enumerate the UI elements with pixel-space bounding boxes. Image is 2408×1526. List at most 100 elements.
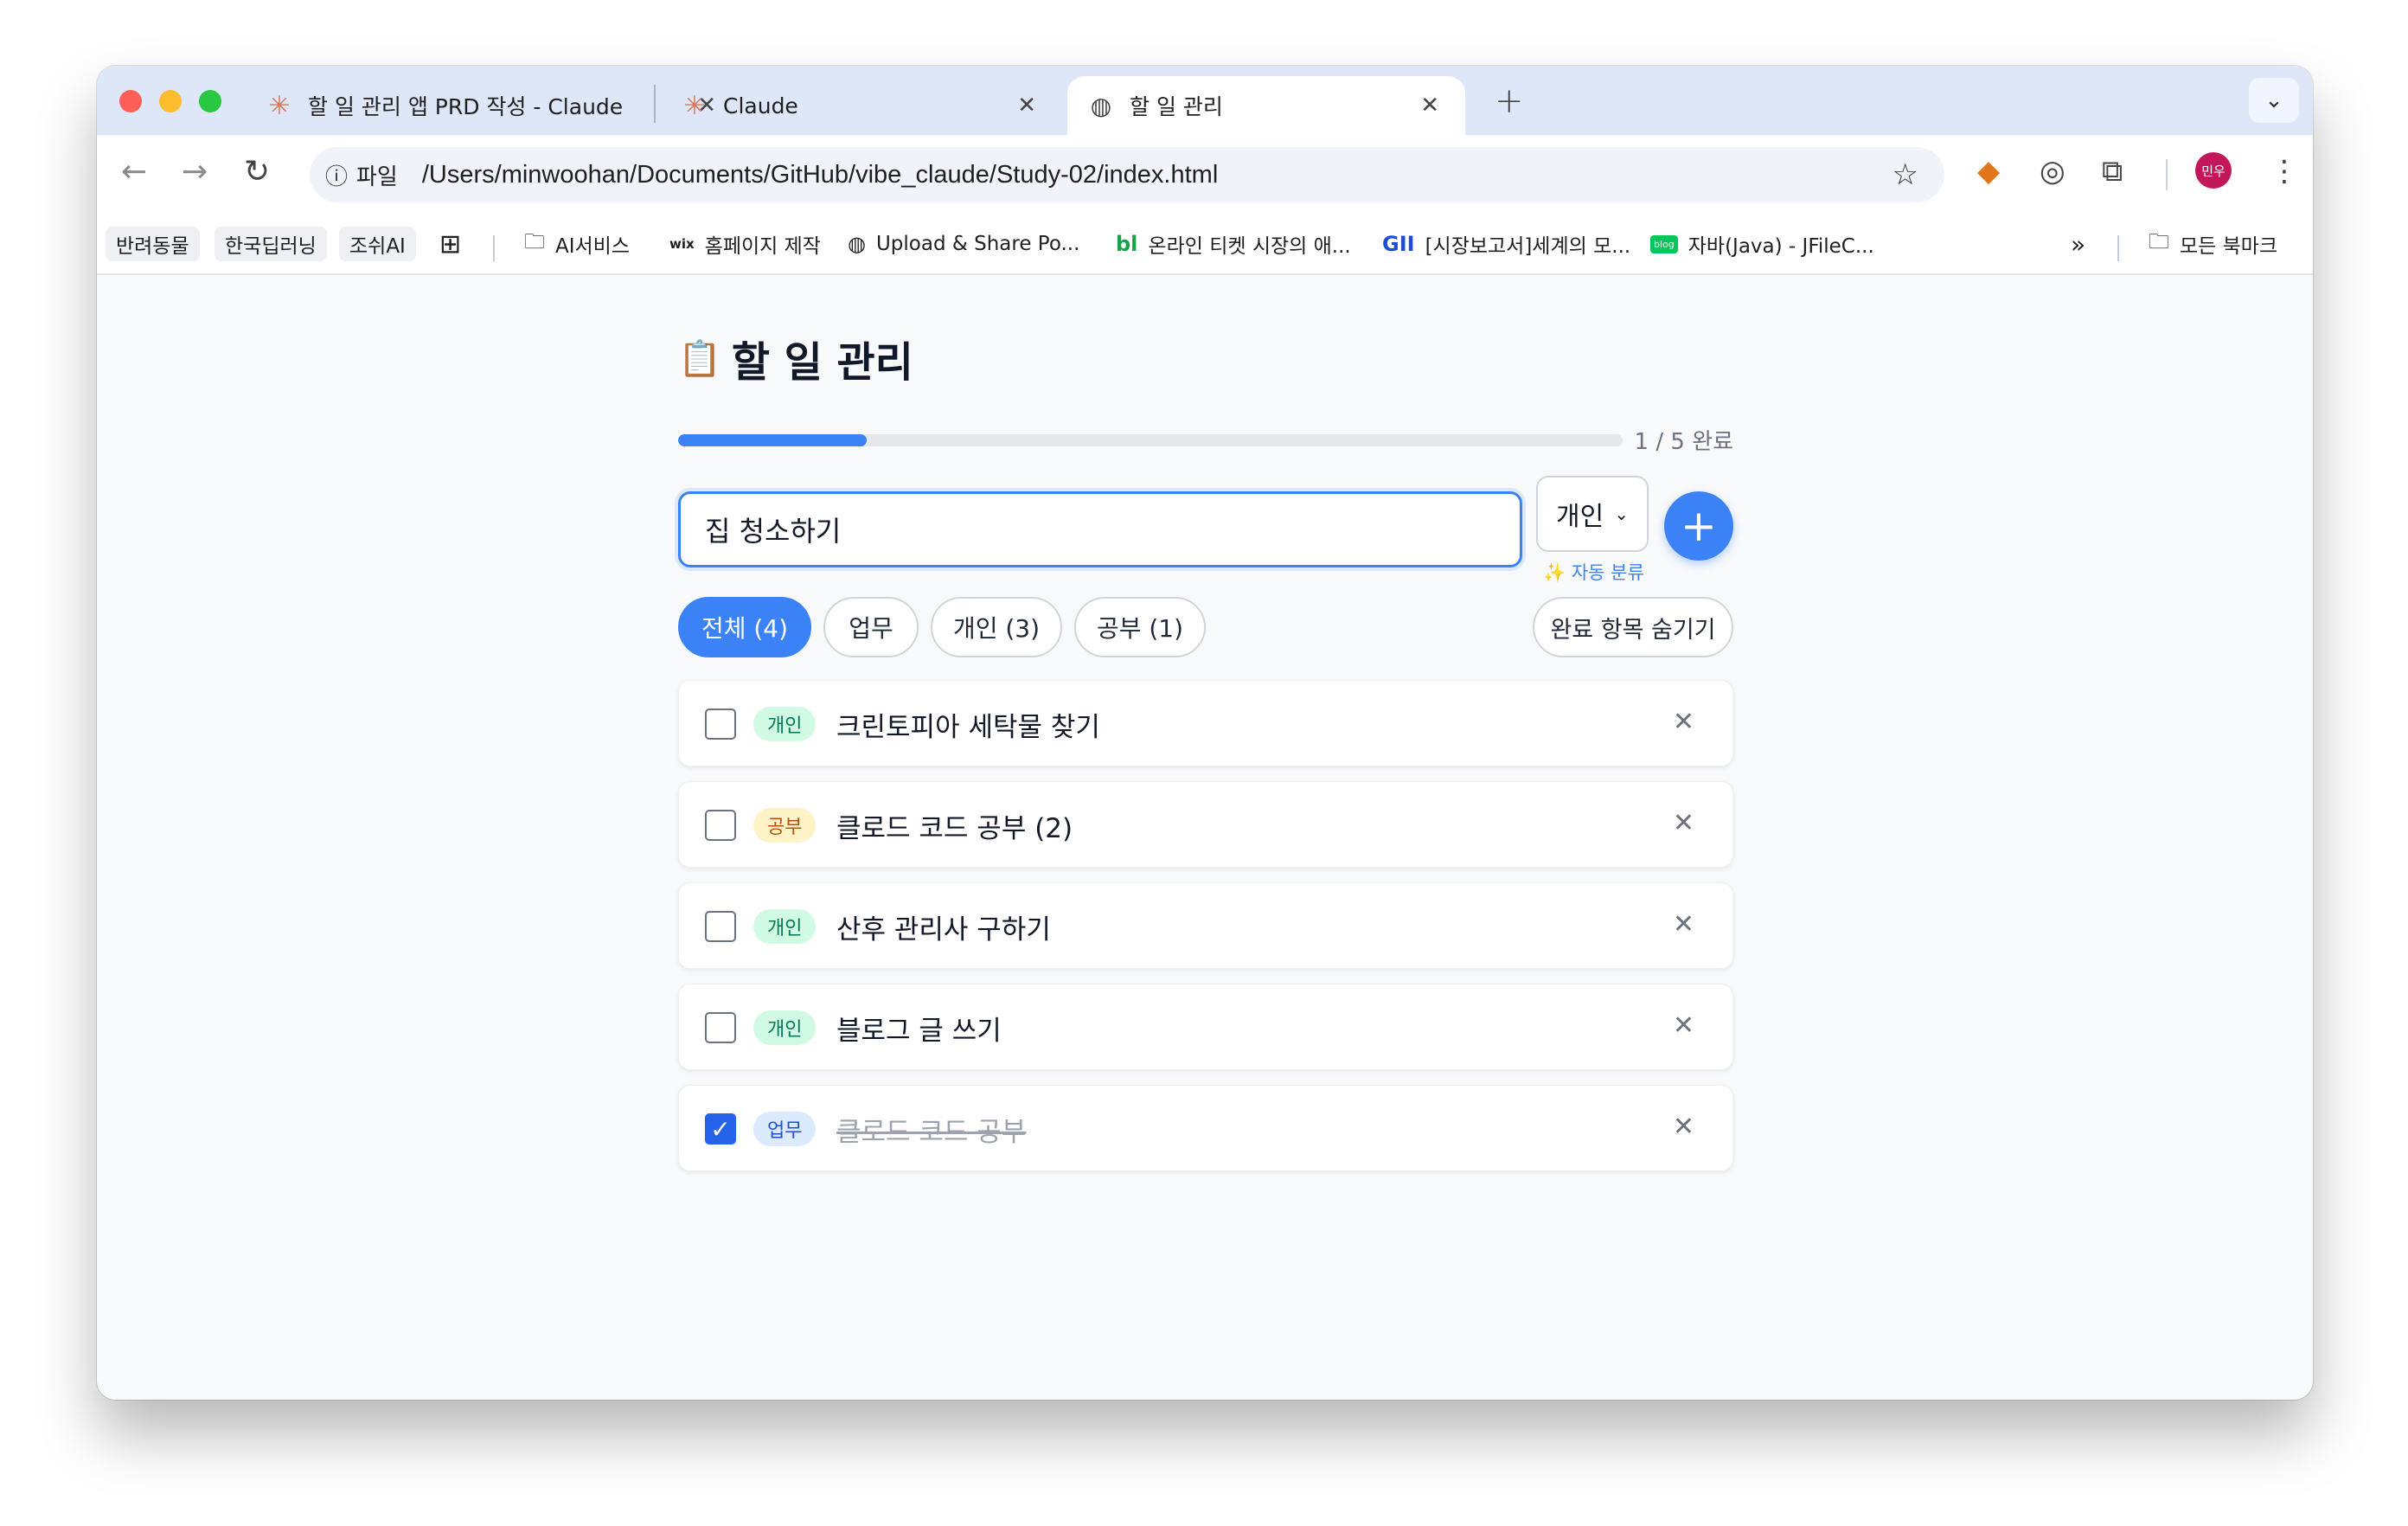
metamask-icon[interactable]: ◆ — [1977, 154, 2000, 189]
bl-icon: bl — [1116, 232, 1138, 256]
globe-icon: ◍ — [1090, 91, 1112, 120]
bookmark-label: 자바(Java) - JFileC... — [1688, 235, 1874, 258]
progress-bar — [678, 434, 1623, 446]
forward-button[interactable]: → — [182, 154, 208, 189]
bookmark-gii[interactable]: GII [시장보고서]세계의 모... — [1382, 227, 1630, 261]
browser-window: ✳ 할 일 관리 앱 PRD 작성 - Claude ✕ ✳ Claude ✕ … — [97, 66, 2313, 1400]
bookmark-label: 모든 북마크 — [2180, 235, 2278, 258]
delete-icon[interactable]: ✕ — [1673, 808, 1694, 838]
todo-text: 클로드 코드 공부 (2) — [836, 813, 1073, 844]
filter-bar: 전체 (4) 업무 개인 (3) 공부 (1) 완료 항목 숨기기 — [678, 597, 1733, 659]
todo-item: ✓ 업무 클로드 코드 공부 ✕ — [678, 1085, 1733, 1171]
hide-completed-button[interactable]: 완료 항목 숨기기 — [1533, 597, 1733, 657]
bookmark-java-blog[interactable]: blog 자바(Java) - JFileC... — [1650, 227, 1874, 261]
add-todo-button[interactable]: + — [1664, 491, 1733, 561]
gii-icon: GII — [1382, 232, 1415, 256]
extension-icon[interactable]: ◎ — [2040, 154, 2065, 189]
bookmark-label: 홈페이지 제작 — [704, 235, 821, 258]
address-chip: 파일 — [356, 164, 398, 190]
page-content: 📋 할 일 관리 1 / 5 완료 개인 ⌄ ✨ 자동 분류 + 전체 (4 — [97, 275, 2313, 1400]
category-select-value: 개인 — [1556, 502, 1604, 532]
bookmark-label: Upload & Share Po... — [875, 233, 1080, 255]
bookmark-item[interactable]: 한국딥러닝 — [215, 227, 327, 261]
tab-title: 할 일 관리 — [1130, 94, 1223, 119]
chevron-down-icon: ⌄ — [2264, 87, 2283, 113]
bookmark-divider — [493, 235, 495, 261]
tab-todo-app[interactable]: ◍ 할 일 관리 ✕ — [1067, 76, 1465, 135]
category-select[interactable]: 개인 ⌄ — [1536, 476, 1649, 552]
bookmark-folder-ai[interactable]: 🗀 AI서비스 — [524, 227, 630, 261]
todo-checkbox[interactable] — [705, 1012, 736, 1043]
more-bookmarks-icon[interactable]: » — [2071, 227, 2085, 261]
delete-icon[interactable]: ✕ — [1673, 1112, 1694, 1142]
claude-icon: ✳ — [268, 90, 291, 121]
todo-checkbox[interactable] — [705, 708, 736, 740]
bookmark-label: [시장보고서]세계의 모... — [1425, 235, 1631, 258]
category-badge: 개인 — [753, 1010, 817, 1045]
bookmark-wix[interactable]: wix 홈페이지 제작 — [669, 227, 821, 261]
bookmark-item[interactable]: 반려동물 — [106, 227, 200, 261]
todo-checkbox[interactable] — [705, 810, 736, 841]
bookmark-label: AI서비스 — [555, 235, 630, 258]
clipboard-icon: 📋 — [678, 338, 721, 379]
bookmark-star-icon[interactable]: ☆ — [1892, 157, 1918, 192]
todo-text: 블로그 글 쓰기 — [836, 1016, 1002, 1047]
tab-search-button[interactable]: ⌄ — [2249, 78, 2299, 123]
bookmark-upload-share[interactable]: ◍ Upload & Share Po... — [848, 227, 1079, 261]
filter-work[interactable]: 업무 — [823, 597, 919, 657]
tab-divider — [654, 85, 656, 123]
todo-checkbox[interactable] — [705, 911, 736, 942]
todo-text: 산후 관리사 구하기 — [836, 914, 1051, 946]
tab-title: 할 일 관리 앱 PRD 작성 - Claude — [308, 94, 624, 119]
chevron-down-icon: ⌄ — [1614, 503, 1629, 524]
page-title-text: 할 일 관리 — [731, 338, 913, 387]
back-button[interactable]: ← — [121, 154, 147, 189]
claude-icon: ✳ — [683, 90, 706, 121]
maximize-window-button[interactable] — [199, 90, 221, 112]
delete-icon[interactable]: ✕ — [1673, 1010, 1694, 1041]
category-badge: 개인 — [753, 707, 817, 741]
page-title: 📋 할 일 관리 — [678, 327, 1733, 389]
todo-checkbox[interactable]: ✓ — [705, 1113, 736, 1144]
delete-icon[interactable]: ✕ — [1673, 909, 1694, 939]
address-bar[interactable]: ⓘ 파일 /Users/minwoohan/Documents/GitHub/v… — [310, 147, 1944, 202]
tab-title: Claude — [723, 93, 798, 119]
bookmark-ticket[interactable]: bl 온라인 티켓 시장의 애... — [1116, 227, 1351, 261]
filter-personal[interactable]: 개인 (3) — [931, 597, 1062, 657]
folder-icon: 🗀 — [524, 228, 545, 253]
delete-icon[interactable]: ✕ — [1673, 707, 1694, 737]
bookmark-label: 온라인 티켓 시장의 애... — [1148, 235, 1351, 258]
todo-item: 개인 산후 관리사 구하기 ✕ — [678, 882, 1733, 969]
todo-item: 공부 클로드 코드 공부 (2) ✕ — [678, 781, 1733, 868]
all-bookmarks-folder[interactable]: 🗀 모든 북마크 — [2149, 227, 2277, 261]
minimize-window-button[interactable] — [159, 90, 182, 112]
apps-grid-icon[interactable]: ⊞ — [439, 227, 461, 261]
close-window-button[interactable] — [119, 90, 142, 112]
todo-item: 개인 블로그 글 쓰기 ✕ — [678, 984, 1733, 1070]
address-url[interactable]: /Users/minwoohan/Documents/GitHub/vibe_c… — [422, 161, 1218, 189]
new-tab-button[interactable]: + — [1495, 81, 1524, 121]
progress-row: 1 / 5 완료 — [678, 422, 1733, 457]
close-tab-icon[interactable]: ✕ — [1017, 93, 1036, 119]
tab-strip: ✳ 할 일 관리 앱 PRD 작성 - Claude ✕ ✳ Claude ✕ … — [97, 66, 2313, 135]
todo-input[interactable] — [678, 491, 1522, 567]
info-icon[interactable]: ⓘ — [325, 159, 348, 191]
menu-icon[interactable]: ⋮ — [2270, 154, 2299, 189]
category-badge: 공부 — [753, 808, 817, 843]
close-tab-icon[interactable]: ✕ — [1420, 93, 1439, 119]
filter-all[interactable]: 전체 (4) — [678, 597, 811, 657]
avatar[interactable]: 민우 — [2195, 152, 2232, 189]
puzzle-icon[interactable]: ⧉ — [2102, 154, 2123, 189]
category-badge: 개인 — [753, 909, 817, 944]
progress-label: 1 / 5 완료 — [1634, 429, 1733, 455]
bookmarks-bar: 반려동물 한국딥러닝 조쉬AI ⊞ 🗀 AI서비스 wix 홈페이지 제작 ◍ … — [97, 215, 2313, 275]
progress-fill — [678, 434, 868, 446]
filter-study[interactable]: 공부 (1) — [1074, 597, 1206, 657]
wix-icon: wix — [669, 236, 695, 252]
reload-button[interactable]: ↻ — [244, 154, 270, 189]
bookmark-item[interactable]: 조쉬AI — [339, 227, 416, 261]
globe-icon: ◍ — [848, 232, 866, 256]
bookmark-divider — [2117, 235, 2119, 261]
browser-toolbar: ← → ↻ ⓘ 파일 /Users/minwoohan/Documents/Gi… — [97, 135, 2313, 215]
todo-item: 개인 크린토피아 세탁물 찾기 ✕ — [678, 680, 1733, 766]
